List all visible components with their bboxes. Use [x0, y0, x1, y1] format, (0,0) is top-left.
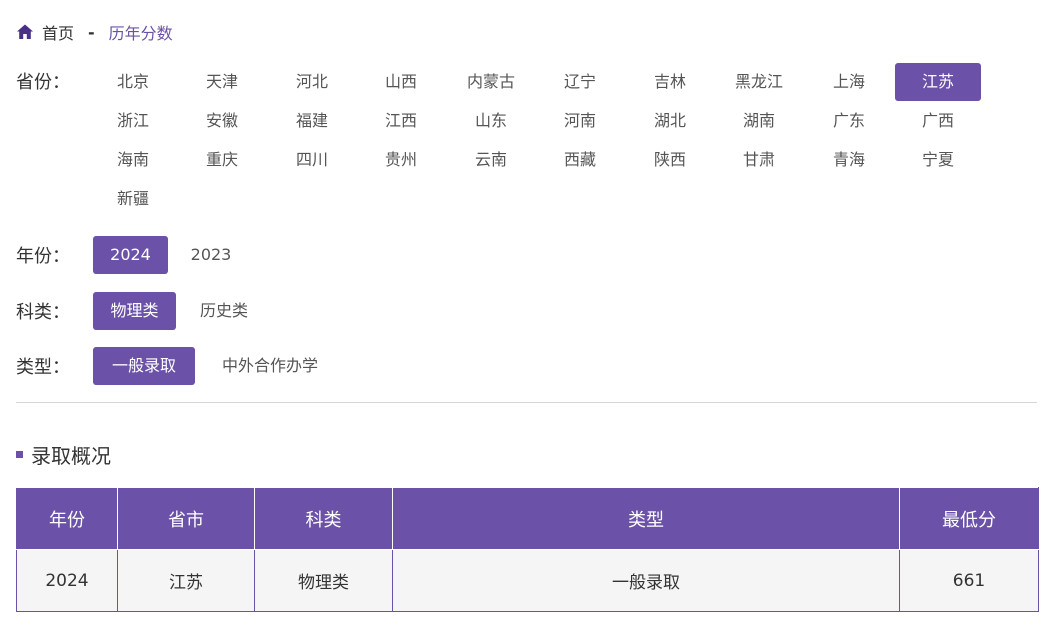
subject-filter-label: 科类：: [16, 302, 70, 323]
header-min-score: 最低分: [899, 487, 1039, 550]
section-marker-icon: [16, 451, 23, 458]
province-option[interactable]: 海南: [90, 141, 176, 179]
province-option[interactable]: 北京: [90, 63, 176, 101]
province-option[interactable]: 辽宁: [537, 63, 623, 101]
province-option[interactable]: 上海: [806, 63, 892, 101]
breadcrumb-current[interactable]: 历年分数: [109, 20, 173, 44]
province-option[interactable]: 吉林: [627, 63, 713, 101]
header-year: 年份: [16, 487, 118, 550]
divider: [16, 402, 1037, 403]
province-option[interactable]: 新疆: [90, 180, 176, 218]
province-option[interactable]: 安徽: [179, 102, 265, 140]
province-option[interactable]: 福建: [269, 102, 355, 140]
province-option[interactable]: 重庆: [179, 141, 265, 179]
breadcrumb-home-link[interactable]: 首页: [42, 20, 74, 44]
subject-option-physics[interactable]: 物理类: [93, 292, 176, 330]
cell-type: 一般录取: [392, 549, 900, 612]
cell-min-score: 661: [899, 549, 1039, 612]
province-option[interactable]: 内蒙古: [448, 63, 534, 101]
province-option[interactable]: 山东: [448, 102, 534, 140]
header-province: 省市: [117, 487, 255, 550]
header-type: 类型: [392, 487, 900, 550]
type-option-sino-foreign[interactable]: 中外合作办学: [203, 347, 337, 385]
header-subject: 科类: [254, 487, 393, 550]
cell-subject: 物理类: [254, 549, 393, 612]
province-option[interactable]: 浙江: [90, 102, 176, 140]
subject-option-history[interactable]: 历史类: [184, 292, 264, 330]
year-option-2023[interactable]: 2023: [176, 236, 246, 274]
type-filter-label: 类型：: [16, 357, 70, 378]
province-option[interactable]: 甘肃: [716, 141, 802, 179]
province-option[interactable]: 河南: [537, 102, 623, 140]
admission-table: 年份 省市 科类 类型 最低分 2024 江苏 物理类 一般录取 661: [16, 487, 1039, 612]
section-title-text: 录取概况: [31, 444, 111, 468]
province-option[interactable]: 广西: [895, 102, 981, 140]
type-option-general[interactable]: 一般录取: [93, 347, 195, 385]
province-option[interactable]: 天津: [179, 63, 265, 101]
year-option-2024[interactable]: 2024: [93, 236, 168, 274]
province-option[interactable]: 山西: [358, 63, 444, 101]
breadcrumb: 首页 - 历年分数: [16, 20, 173, 44]
province-option[interactable]: 陕西: [627, 141, 713, 179]
province-option[interactable]: 湖南: [716, 102, 802, 140]
province-option[interactable]: 河北: [269, 63, 355, 101]
province-option[interactable]: 四川: [269, 141, 355, 179]
province-option[interactable]: 黑龙江: [716, 63, 802, 101]
cell-province: 江苏: [117, 549, 255, 612]
cell-year: 2024: [16, 549, 118, 612]
province-option[interactable]: 湖北: [627, 102, 713, 140]
province-option[interactable]: 青海: [806, 141, 892, 179]
province-option[interactable]: 贵州: [358, 141, 444, 179]
breadcrumb-separator: -: [88, 22, 95, 42]
province-option[interactable]: 西藏: [537, 141, 623, 179]
year-filter-label: 年份：: [16, 246, 70, 267]
table-header-row: 年份 省市 科类 类型 最低分: [16, 487, 1039, 550]
section-title: 录取概况: [16, 440, 111, 469]
province-option[interactable]: 云南: [448, 141, 534, 179]
province-option[interactable]: 宁夏: [895, 141, 981, 179]
province-option[interactable]: 江苏: [895, 63, 981, 101]
home-icon[interactable]: [16, 23, 34, 41]
province-option[interactable]: 江西: [358, 102, 444, 140]
table-row: 2024 江苏 物理类 一般录取 661: [16, 549, 1039, 612]
province-option[interactable]: 广东: [806, 102, 892, 140]
province-filter-label: 省份：: [16, 72, 70, 93]
